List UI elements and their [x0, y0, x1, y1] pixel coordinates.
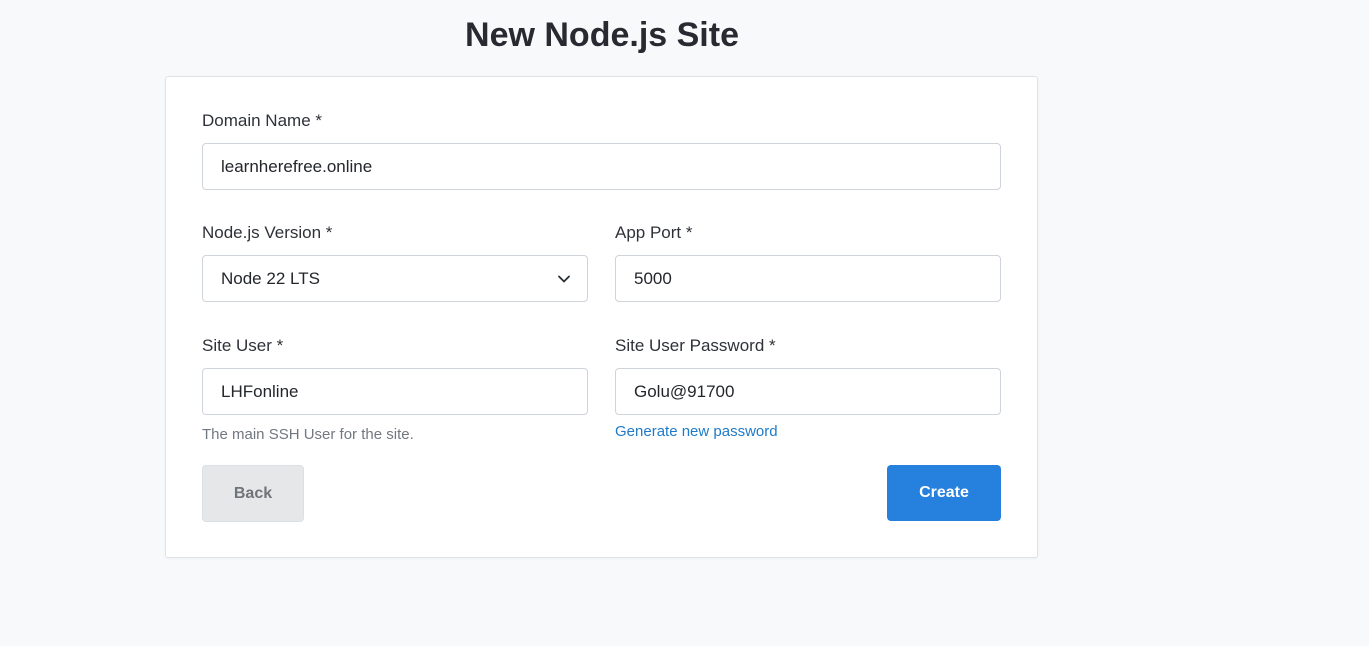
node-version-label: Node.js Version *: [202, 223, 333, 242]
app-port-field: App Port * 5000: [615, 222, 1001, 302]
new-site-form-card: Domain Name * learnherefree.online Node.…: [165, 76, 1038, 558]
app-port-label: App Port *: [615, 223, 693, 242]
domain-name-input[interactable]: learnherefree.online: [202, 143, 1001, 190]
node-version-field: Node.js Version * Node 22 LTS: [202, 222, 588, 302]
site-user-field: Site User * LHFonline The main SSH User …: [202, 335, 588, 447]
domain-name-field: Domain Name * learnherefree.online: [202, 110, 1001, 190]
create-button[interactable]: Create: [887, 465, 1001, 521]
site-user-password-input[interactable]: Golu@91700: [615, 368, 1001, 415]
domain-name-label: Domain Name *: [202, 111, 322, 130]
chevron-down-icon: [558, 275, 570, 283]
site-user-input[interactable]: LHFonline: [202, 368, 588, 415]
site-user-help-text: The main SSH User for the site.: [202, 426, 414, 443]
site-user-label: Site User *: [202, 336, 284, 355]
page-title: New Node.js Site: [465, 16, 739, 54]
back-button[interactable]: Back: [202, 465, 304, 522]
node-version-selected: Node 22 LTS: [221, 269, 320, 288]
app-port-input[interactable]: 5000: [615, 255, 1001, 302]
site-user-password-label: Site User Password *: [615, 336, 776, 355]
generate-password-link[interactable]: Generate new password: [615, 422, 778, 442]
site-user-password-field: Site User Password * Golu@91700 Generate…: [615, 335, 1001, 447]
node-version-select[interactable]: Node 22 LTS: [202, 255, 588, 302]
